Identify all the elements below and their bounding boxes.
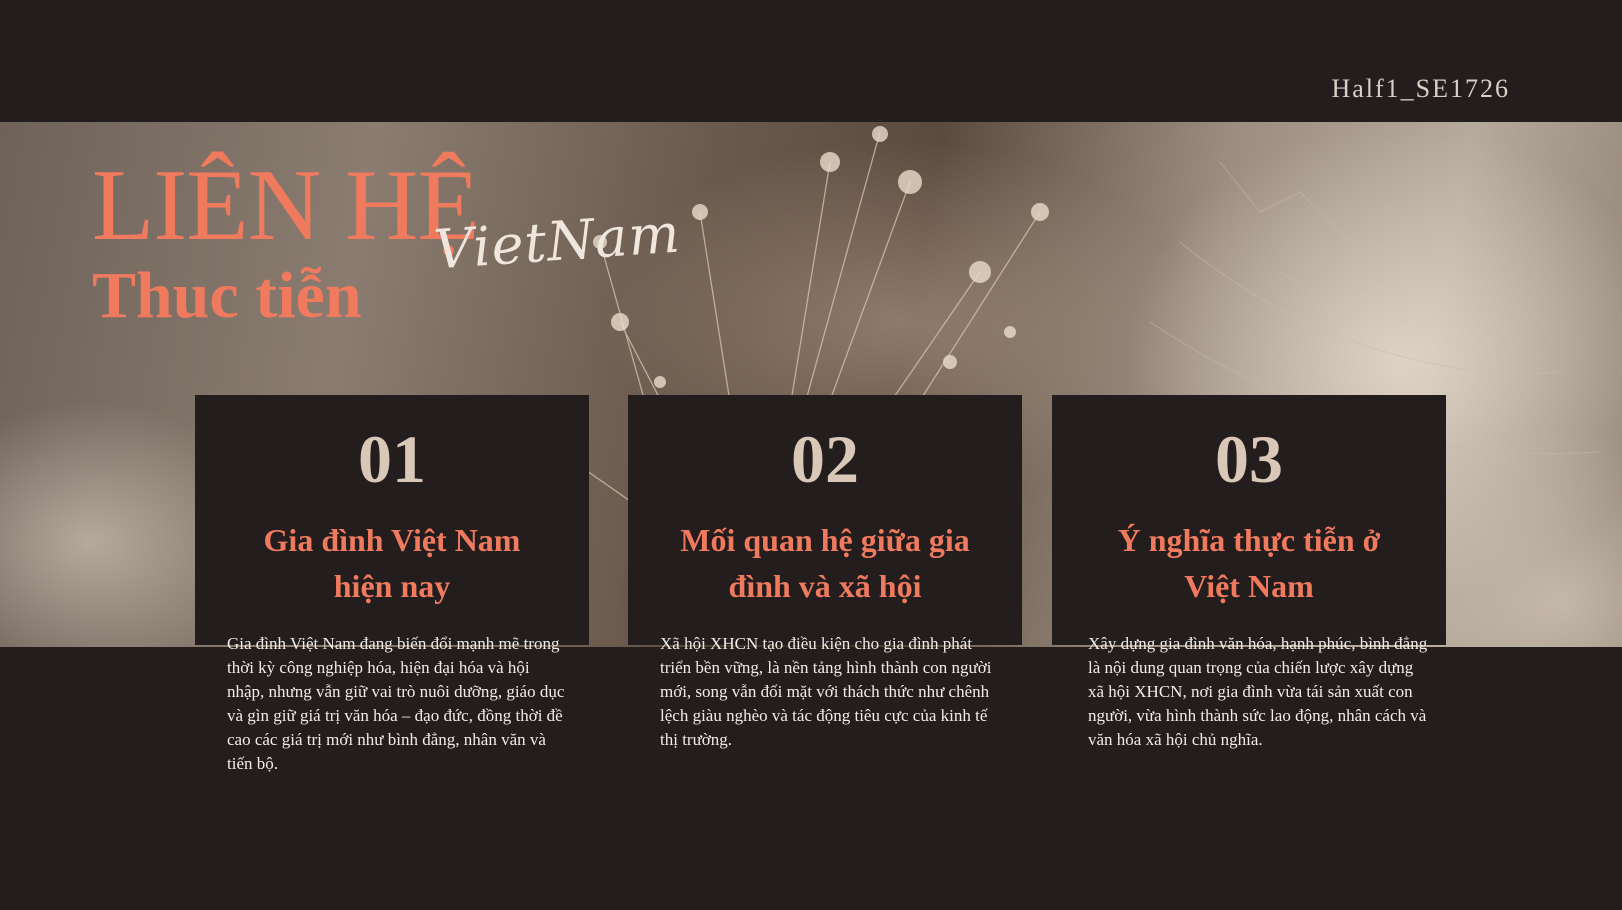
card-3-heading-line1: Ý nghĩa thực tiễn ở — [1117, 522, 1381, 558]
card-3-heading: Ý nghĩa thực tiễn ở Việt Nam — [1052, 517, 1446, 609]
title-sub: Thuc tiễn — [92, 259, 362, 332]
card-2-heading: Mối quan hệ giữa gia đình và xã hội — [628, 517, 1022, 609]
card-1-text: Gia đình Việt Nam đang biến đổi mạnh mẽ … — [227, 634, 565, 773]
slide-label: Half1_SE1726 — [1331, 74, 1510, 103]
card-1-number: 01 — [358, 421, 426, 497]
card-2-text: Xã hội XHCN tạo điều kiện cho gia đình p… — [660, 634, 992, 749]
card-3-text: Xây dựng gia đình văn hóa, hạnh phúc, bì… — [1088, 634, 1428, 749]
card-2-number: 02 — [791, 421, 859, 497]
card-1-heading-line1: Gia đình Việt Nam — [263, 522, 521, 558]
card-3-heading-line2: Việt Nam — [1184, 568, 1314, 604]
script-accent: VietNam — [432, 201, 683, 282]
card-2-heading-line1: Mối quan hệ giữa gia — [680, 522, 970, 558]
card-3-number: 03 — [1215, 421, 1283, 497]
card-1-heading: Gia đình Việt Nam hiện nay — [195, 517, 589, 609]
card-2-heading-line2: đình và xã hội — [728, 568, 922, 604]
title-main: LIÊN HỆ — [92, 149, 480, 262]
card-1-heading-line2: hiện nay — [333, 568, 451, 604]
